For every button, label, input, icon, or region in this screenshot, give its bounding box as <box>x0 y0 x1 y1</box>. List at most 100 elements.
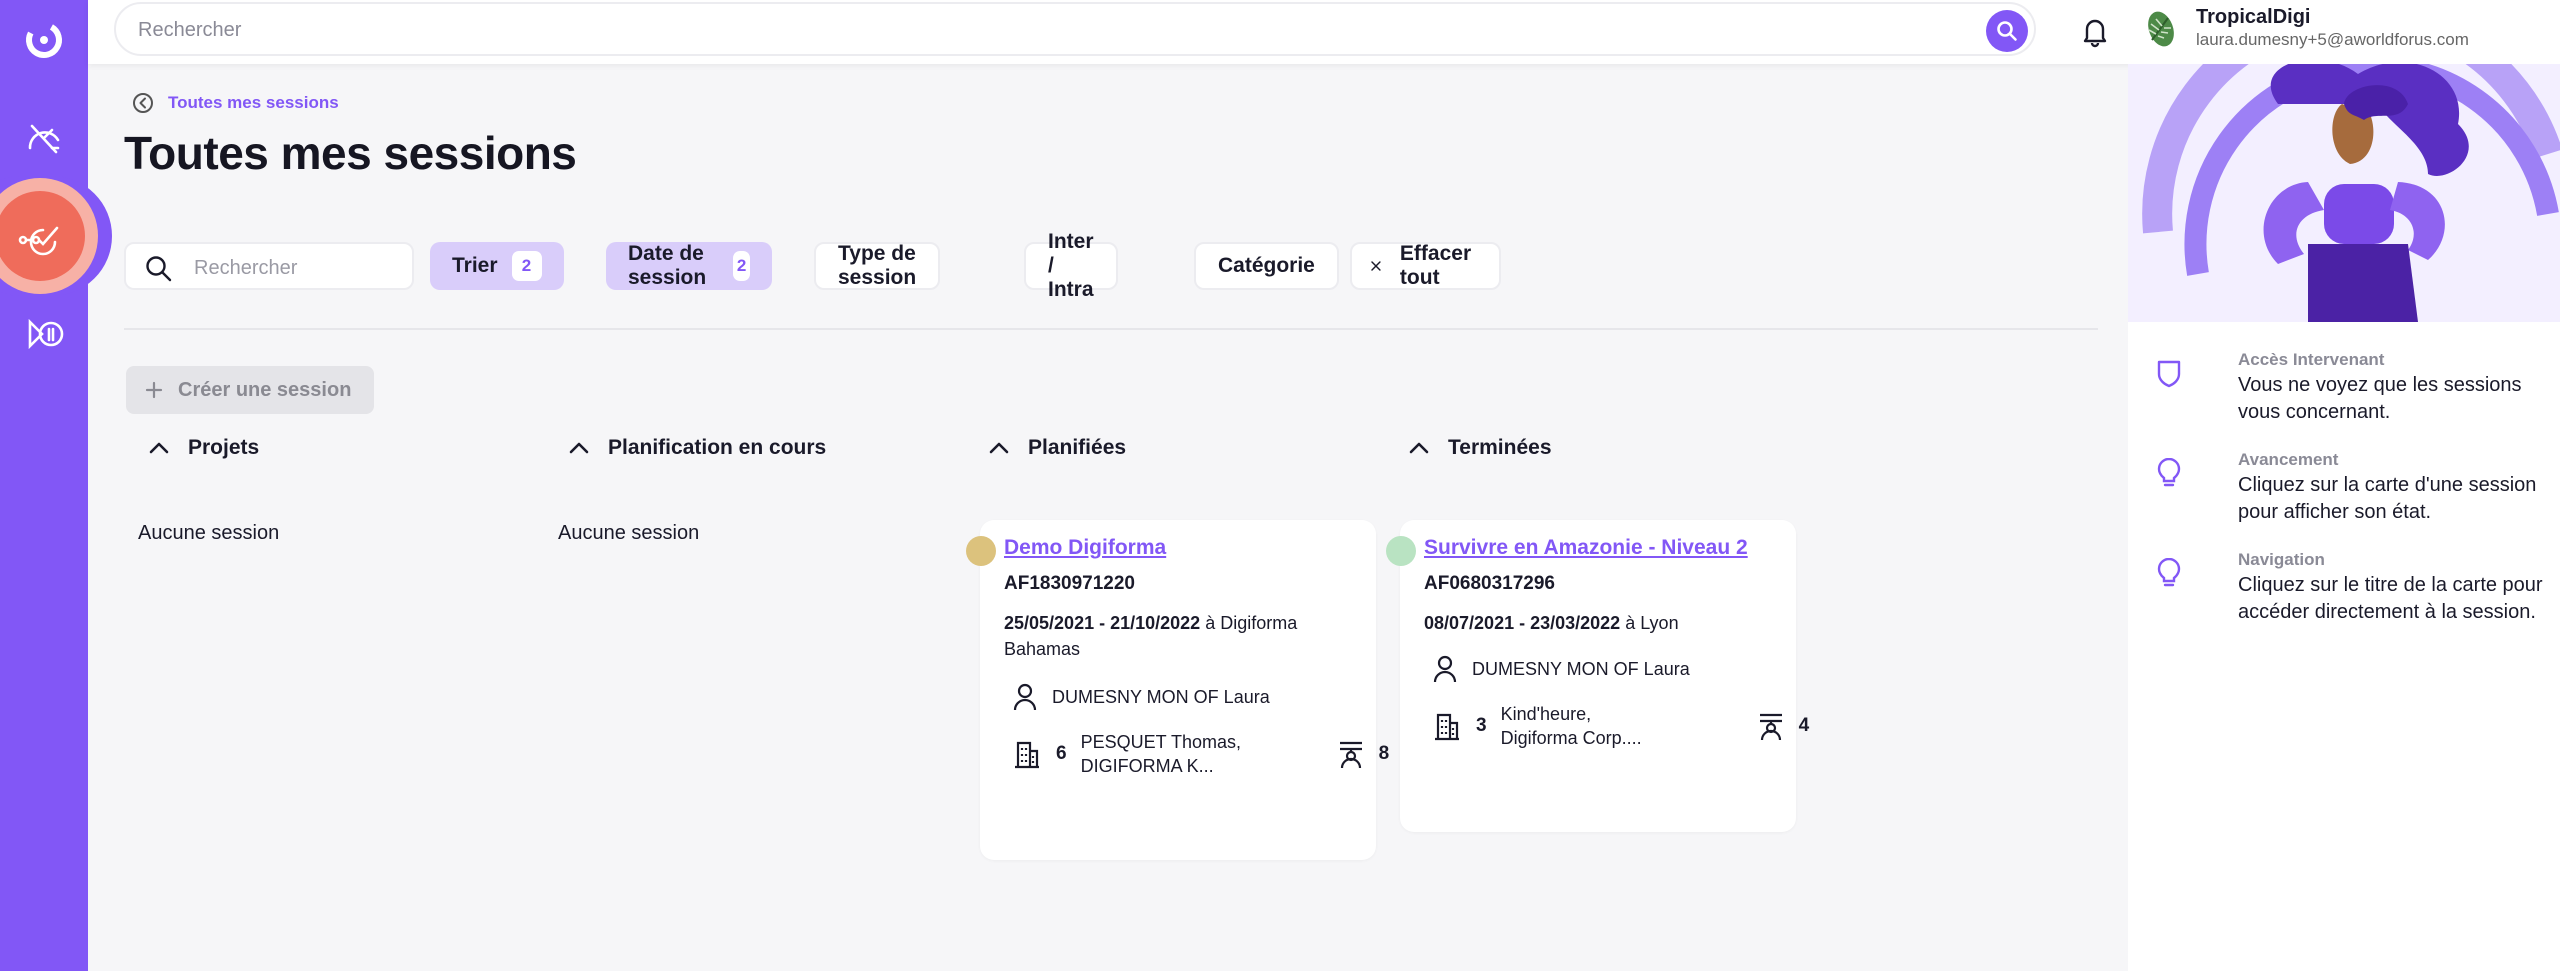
org-name[interactable]: TropicalDigi <box>2196 6 2310 29</box>
empty-state-text: Aucune session <box>558 522 700 544</box>
learners-count: 4 <box>1798 715 1810 736</box>
tip-text: Vous ne voyez que les sessions vous conc… <box>2238 374 2522 423</box>
tip-text: Cliquez sur la carte d'une session pour … <box>2238 474 2537 523</box>
inter-intra-filter-chip[interactable]: Inter / Intra <box>1024 230 1118 301</box>
tip-label: Accès Intervenant <box>2238 350 2385 369</box>
breadcrumb[interactable]: Toutes mes sessions <box>132 92 339 114</box>
tip-label: Navigation <box>2238 550 2325 569</box>
sidebar-nav <box>0 0 112 971</box>
lightbulb-icon <box>2157 458 2181 487</box>
page-title: Toutes mes sessions <box>124 127 577 179</box>
empty-state-text: Aucune session <box>138 522 280 544</box>
date-filter-chip[interactable]: Date de session 2 <box>606 242 773 290</box>
main-content: Toutes mes sessions Toutes mes sessions … <box>88 64 2128 971</box>
column-title: Projets <box>188 436 260 459</box>
learners-icon <box>1339 741 1362 769</box>
column-title: Terminées <box>1448 436 1552 459</box>
column-title: Planifiées <box>1028 436 1127 459</box>
companies-list: PESQUET Thomas, DIGIFORMA K... <box>1080 732 1241 776</box>
search-icon <box>1997 21 2017 41</box>
status-dot <box>1386 536 1416 566</box>
chevron-up-icon <box>569 442 589 454</box>
category-filter-chip[interactable]: Catégorie <box>1194 242 1339 290</box>
building-icon <box>1015 741 1039 769</box>
session-card[interactable]: Survivre en Amazonie - Niveau 2 AF068031… <box>1386 520 1809 832</box>
create-session-label: Créer une session <box>178 378 352 401</box>
inter-intra-filter-label: Inter / Intra <box>1048 230 1094 301</box>
plus-icon <box>145 381 163 399</box>
trainer-row: DUMESNY MON OF Laura <box>1432 654 1690 684</box>
tip-progress: Avancement Cliquez sur la carte d'une se… <box>2156 450 2546 530</box>
lightbulb-icon <box>2157 558 2181 587</box>
close-icon <box>1371 261 1381 271</box>
shield-icon <box>2157 360 2181 388</box>
tip-label: Avancement <box>2238 450 2339 469</box>
sessions-icon <box>18 226 59 256</box>
category-filter-label: Catégorie <box>1218 254 1315 277</box>
divider <box>124 328 2098 330</box>
column-header-projects[interactable]: Projets <box>148 436 259 460</box>
character-illustration <box>2128 64 2560 322</box>
session-dates: 08/07/2021 - 23/03/2022 à Lyon <box>1424 610 1784 636</box>
session-date-range: 08/07/2021 - 23/03/2022 <box>1424 613 1621 633</box>
search-icon <box>146 256 172 282</box>
learners-icon <box>1759 713 1782 741</box>
trainer-row: DUMESNY MON OF Laura <box>1012 682 1270 712</box>
column-header-finished[interactable]: Terminées <box>1408 436 1552 460</box>
global-search <box>114 2 2036 56</box>
back-circle-icon[interactable] <box>132 92 154 114</box>
dashboard-gauge-icon[interactable] <box>22 116 66 160</box>
sort-filter-label: Trier <box>452 254 498 277</box>
type-filter-label: Type de session <box>838 242 917 289</box>
chevron-up-icon <box>1409 442 1429 454</box>
learners-count: 8 <box>1378 743 1390 764</box>
trainer-name: DUMESNY MON OF Laura <box>1472 658 1690 679</box>
type-filter-chip[interactable]: Type de session <box>814 242 941 290</box>
session-card[interactable]: Demo Digiforma AF1830971220 25/05/2021 -… <box>966 520 1389 860</box>
session-date-range: 25/05/2021 - 21/10/2022 <box>1004 613 1201 633</box>
column-header-planned[interactable]: Planifiées <box>988 436 1126 460</box>
companies-row: 3 Kind'heure, Digiforma Corp.... 4 <box>1432 702 1809 750</box>
session-search <box>124 242 414 290</box>
session-title-link[interactable]: Demo Digiforma <box>1004 536 1166 560</box>
session-search-input[interactable] <box>194 256 394 280</box>
top-bar: TropicalDigi laura.dumesny+5@aworldforus… <box>88 0 2560 64</box>
user-email: laura.dumesny+5@aworldforus.com <box>2196 30 2469 49</box>
create-session-button[interactable]: Créer une session <box>126 366 374 414</box>
chevron-up-icon <box>989 442 1009 454</box>
column-header-planning[interactable]: Planification en cours <box>568 436 826 460</box>
location-prefix: à <box>1205 613 1216 633</box>
column-title: Planification en cours <box>608 436 827 459</box>
companies-row: 6 PESQUET Thomas, DIGIFORMA K... 8 <box>1012 730 1389 778</box>
location-prefix: à <box>1625 613 1636 633</box>
sort-filter-count: 2 <box>511 251 542 281</box>
clear-filters-label: Effacer tout <box>1399 242 1472 289</box>
breadcrumb-link[interactable]: Toutes mes sessions <box>168 93 339 113</box>
user-icon <box>1013 683 1037 711</box>
clear-filters-button[interactable]: Effacer tout <box>1350 242 1502 290</box>
companies-count: 3 <box>1476 715 1487 736</box>
documents-icon[interactable] <box>22 312 66 356</box>
session-title-link[interactable]: Survivre en Amazonie - Niveau 2 <box>1424 536 1748 560</box>
companies-list: Kind'heure, Digiforma Corp.... <box>1500 704 1642 748</box>
org-avatar[interactable] <box>2140 8 2182 50</box>
app-logo-icon[interactable] <box>22 18 66 62</box>
notifications-bell-icon[interactable] <box>2078 14 2112 48</box>
tip-text: Cliquez sur le titre de la carte pour ac… <box>2238 574 2543 623</box>
tip-access: Accès Intervenant Vous ne voyez que les … <box>2156 350 2546 430</box>
status-dot <box>966 536 996 566</box>
session-dates: 25/05/2021 - 21/10/2022 à Digiforma Baha… <box>1004 610 1354 662</box>
search-button[interactable] <box>1986 10 2028 52</box>
date-filter-count: 2 <box>733 251 751 281</box>
chevron-up-icon <box>149 442 169 454</box>
user-icon <box>1433 655 1457 683</box>
help-panel: Accès Intervenant Vous ne voyez que les … <box>2128 64 2560 971</box>
companies-count: 6 <box>1056 743 1067 764</box>
session-code: AF1830971220 <box>1004 573 1135 594</box>
trainer-name: DUMESNY MON OF Laura <box>1052 686 1270 707</box>
session-location: Lyon <box>1640 613 1679 633</box>
global-search-input[interactable] <box>138 16 1838 44</box>
tip-navigation: Navigation Cliquez sur le titre de la ca… <box>2156 550 2546 630</box>
date-filter-label: Date de session <box>628 242 707 289</box>
sort-filter-chip[interactable]: Trier 2 <box>430 242 564 290</box>
